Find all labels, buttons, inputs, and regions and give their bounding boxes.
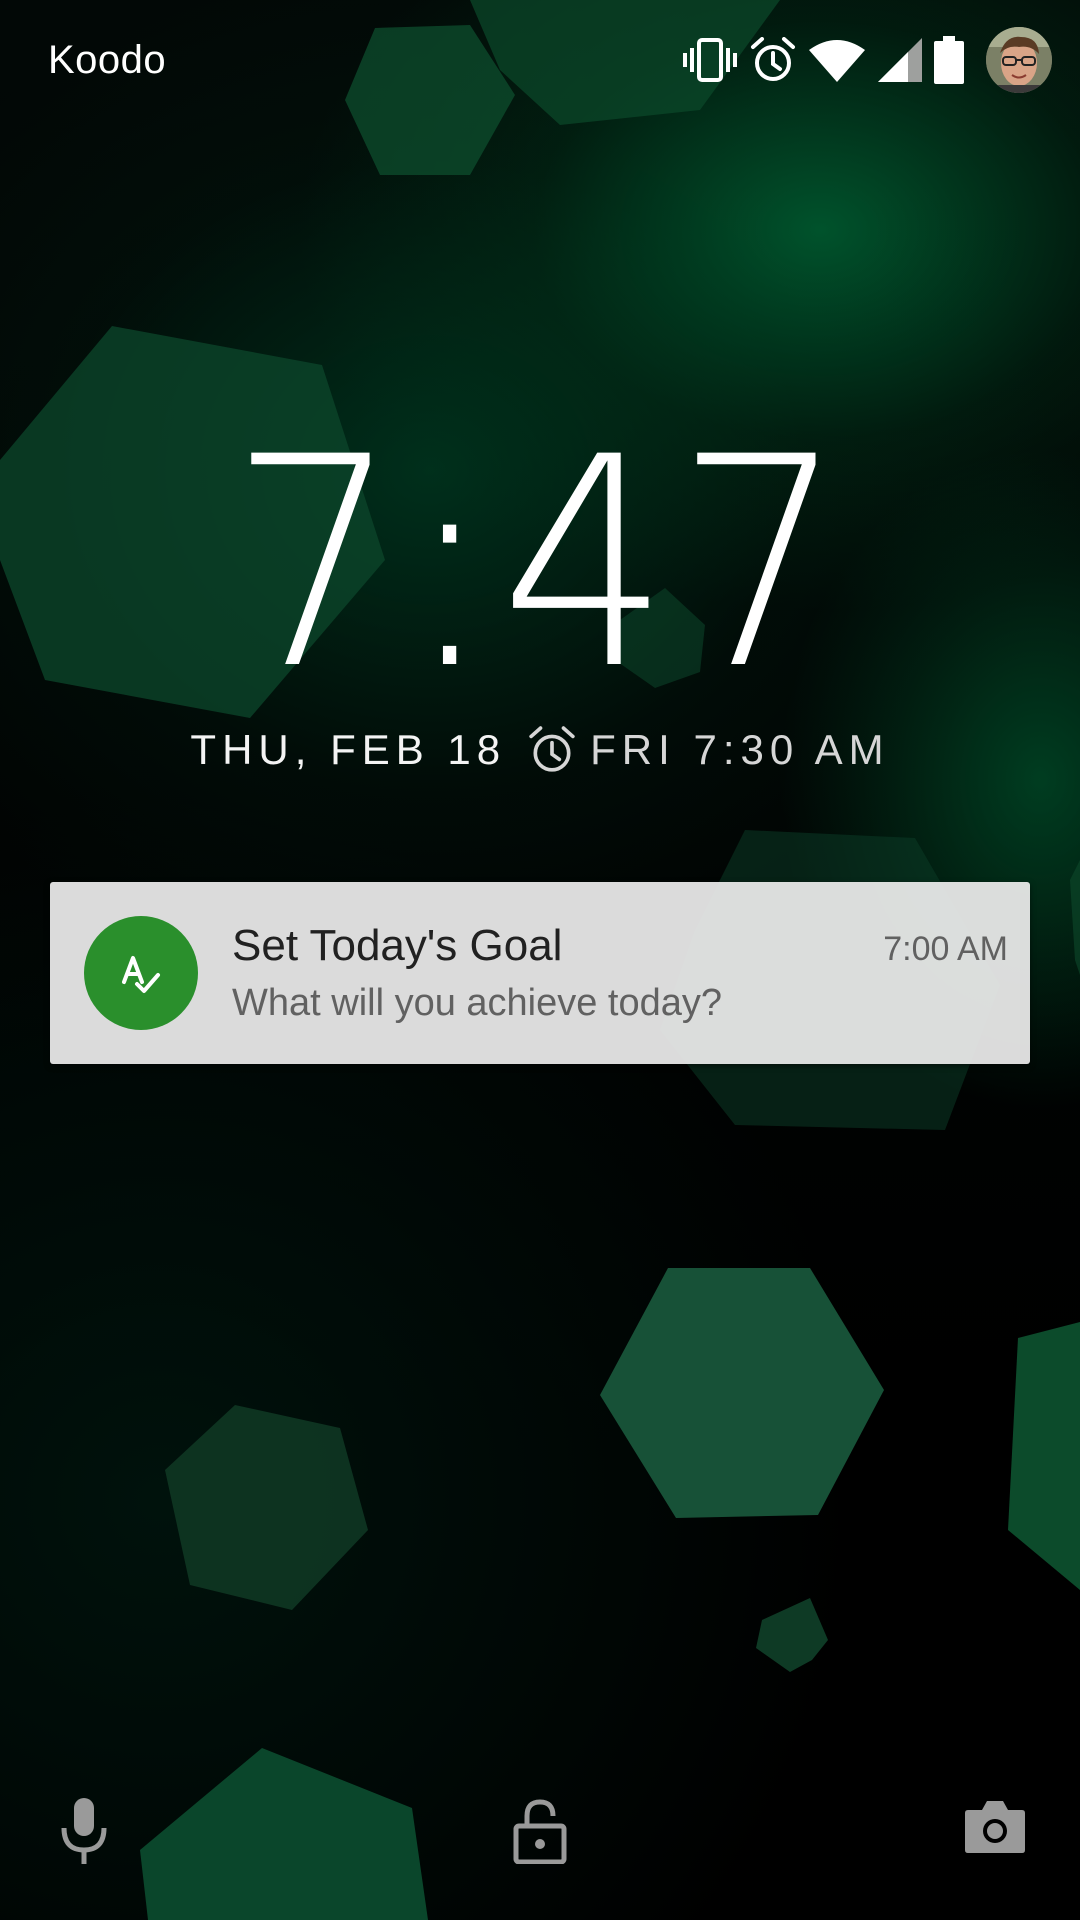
wifi-icon [809, 40, 865, 82]
notification-card[interactable]: Set Today's Goal 7:00 AM What will you a… [50, 882, 1030, 1064]
goal-check-icon [122, 956, 160, 993]
lockscreen-clock: 7:47 [229, 396, 851, 733]
alarm-icon [751, 37, 795, 81]
lockscreen-date: THU, FEB 18 [190, 726, 507, 773]
camera-icon[interactable] [964, 1798, 1026, 1854]
notification-title: Set Today's Goal [232, 921, 563, 970]
status-icons [670, 26, 1052, 94]
user-avatar[interactable] [986, 27, 1052, 93]
date-alarm-row: THU, FEB 18 FRI 7:30 AM [0, 725, 1080, 775]
lock-icon[interactable] [513, 1798, 567, 1864]
battery-icon [934, 36, 964, 84]
cell-signal-icon [878, 38, 922, 82]
microphone-icon[interactable] [58, 1798, 110, 1866]
next-alarm-time: FRI 7:30 AM [590, 726, 890, 773]
next-alarm-icon [529, 726, 575, 772]
notification-text: What will you achieve today? [232, 982, 723, 1024]
carrier-name: Koodo [48, 38, 167, 82]
vibrate-icon [683, 38, 737, 82]
avatar-photo [986, 27, 1052, 93]
notification-time: 7:00 AM [883, 930, 1008, 968]
lock-screen: Koodo 7:47 THU, FEB 18 FRI 7:30 AM Set T… [0, 0, 1080, 1920]
notification-app-icon [84, 916, 198, 1030]
